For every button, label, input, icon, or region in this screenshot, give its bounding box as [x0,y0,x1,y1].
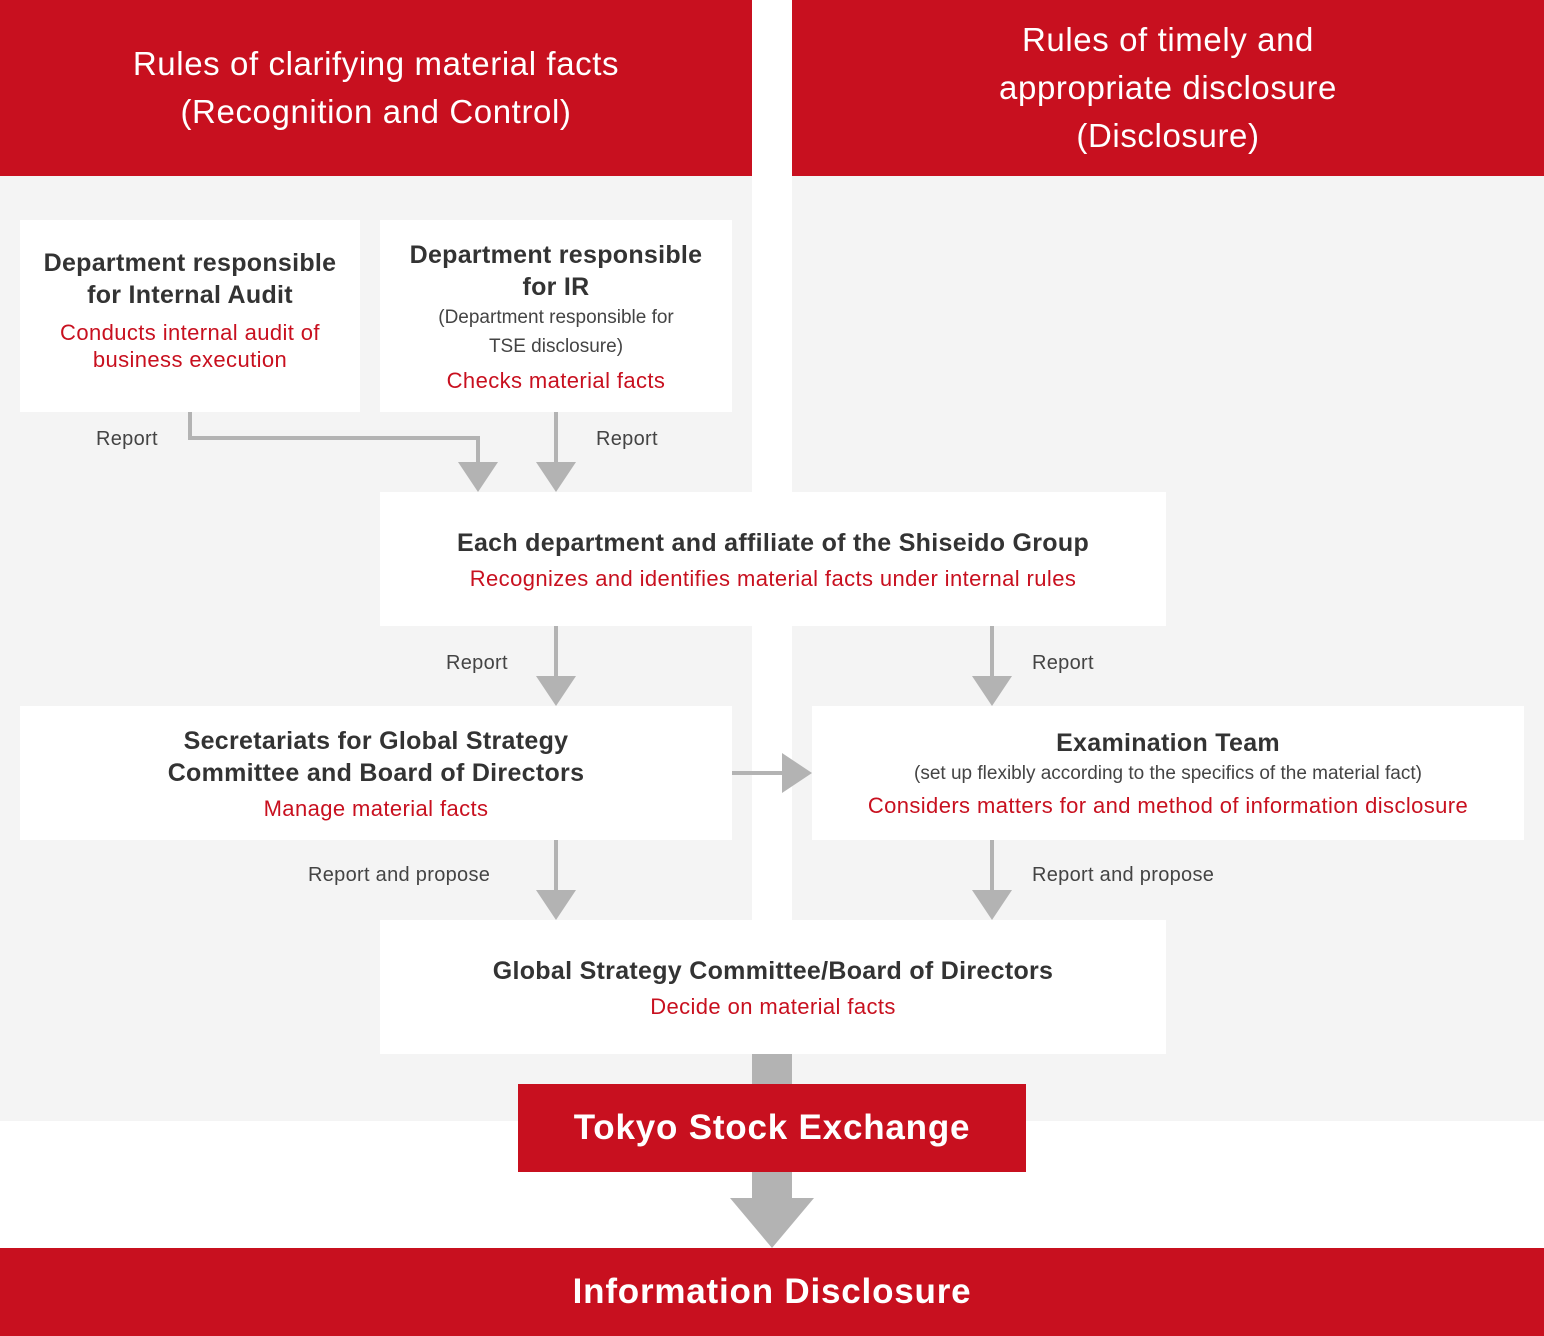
exam-to-committee-line [990,840,994,892]
each-department-role: Recognizes and identifies material facts… [469,565,1077,591]
audit-report-label: Report [96,428,158,450]
ir-node: Department responsible for IR (Departmen… [380,220,732,412]
examination-team-role: Considers matters for and method of info… [867,793,1469,818]
internal-audit-title-2: for Internal Audit [87,281,293,309]
tse-to-disclosure-shaft [752,1172,792,1200]
ir-note-2: TSE disclosure) [488,335,624,357]
examination-team-note: (set up flexibly according to the specif… [914,763,1422,784]
right-header: Rules of timely and appropriate disclosu… [792,0,1544,176]
tse-to-disclosure-arrowhead [730,1198,814,1248]
dept-to-secretariats-label: Report [446,652,508,674]
committee-to-tse-connector [752,1054,792,1084]
committee-node: Global Strategy Committee/Board of Direc… [380,920,1166,1054]
dept-to-secretariats-line [554,626,558,678]
exam-to-committee-arrowhead [972,890,1012,920]
left-header-line1: Rules of clarifying material facts [132,45,620,82]
ir-title-2: for IR [522,272,590,301]
ir-report-label: Report [596,428,658,450]
right-header-line3: (Disclosure) [1076,117,1260,154]
secretariats-title-1: Secretariats for Global Strategy [183,726,569,755]
ir-arrowhead [536,462,576,492]
dept-to-exam-line [990,626,994,678]
internal-audit-node: Department responsible for Internal Audi… [20,220,360,412]
ir-title-1: Department responsible [409,240,703,269]
internal-audit-role-1: Conducts internal audit of [60,320,320,345]
secretariats-node: Secretariats for Global Strategy Committ… [20,706,732,840]
left-header: Rules of clarifying material facts (Reco… [0,0,752,176]
internal-audit-role-2: business execution [92,347,288,372]
dept-to-exam-arrowhead [972,676,1012,706]
secretariats-to-exam-arrowhead [782,753,812,793]
tse-node: Tokyo Stock Exchange [518,1084,1026,1172]
exam-to-committee-label: Report and propose [1032,864,1215,886]
audit-connector-down2 [476,436,480,464]
committee-role: Decide on material facts [650,993,896,1019]
ir-role: Checks material facts [446,367,666,393]
right-header-line1: Rules of timely and [1021,21,1314,58]
secretariats-to-committee-label: Report and propose [308,864,491,886]
ir-connector [554,412,558,464]
secretariats-to-exam-line [732,771,784,775]
tse-label: Tokyo Stock Exchange [573,1108,971,1147]
information-disclosure-label: Information Disclosure [572,1272,972,1311]
audit-arrowhead [458,462,498,492]
secretariats-title-2: Committee and Board of Directors [167,758,585,787]
audit-connector-horizontal [188,436,480,440]
secretariats-to-committee-arrowhead [536,890,576,920]
secretariats-role: Manage material facts [263,795,489,821]
dept-to-secretariats-arrowhead [536,676,576,706]
right-header-line2: appropriate disclosure [999,69,1337,106]
left-header-line2: (Recognition and Control) [180,93,572,130]
examination-team-title: Examination Team [1056,729,1280,757]
information-disclosure-node: Information Disclosure [0,1248,1544,1336]
internal-audit-title-1: Department responsible [43,249,337,277]
ir-note-1: (Department responsible for [438,306,674,328]
each-department-node: Each department and affiliate of the Shi… [380,492,1166,626]
examination-team-node: Examination Team (set up flexibly accord… [812,706,1524,840]
each-department-title: Each department and affiliate of the Shi… [456,528,1090,557]
dept-to-exam-label: Report [1032,652,1094,674]
secretariats-to-committee-line [554,840,558,892]
committee-title: Global Strategy Committee/Board of Direc… [492,956,1054,985]
